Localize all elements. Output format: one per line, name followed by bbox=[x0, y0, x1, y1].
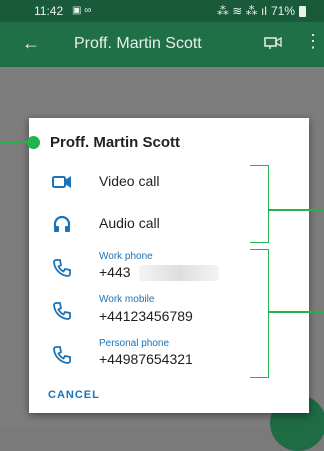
videocam-icon bbox=[52, 176, 71, 188]
annotation-bracket-calls bbox=[250, 165, 269, 243]
phone-option-mobile[interactable]: Work mobile +44123456789 bbox=[29, 292, 259, 328]
status-bar: 11:42 ▣ ∞ ⁂ ≋ ⁂ ıl 71% bbox=[0, 0, 324, 22]
audio-call-option[interactable]: Audio call bbox=[29, 209, 259, 239]
annotation-line-phones bbox=[269, 311, 324, 313]
redacted-number-blur bbox=[139, 265, 219, 281]
video-call-option[interactable]: Video call bbox=[29, 167, 259, 197]
status-time: 11:42 bbox=[34, 4, 64, 18]
phone-type-label: Work phone bbox=[99, 251, 153, 262]
annotation-dot bbox=[27, 136, 40, 149]
signal-icons: ⁂ ≋ ⁂ ıl bbox=[216, 4, 267, 18]
phone-type-label: Work mobile bbox=[99, 294, 155, 305]
video-call-label: Video call bbox=[99, 173, 160, 189]
app-bar: ← Proff. Martin Scott ⋮ bbox=[0, 22, 324, 67]
overflow-menu-icon[interactable]: ⋮ bbox=[304, 32, 322, 50]
annotation-bracket-phones bbox=[250, 249, 269, 378]
phone-icon bbox=[53, 302, 71, 320]
back-arrow-icon[interactable]: ← bbox=[22, 33, 40, 54]
phone-icon bbox=[53, 259, 71, 277]
phone-option-personal[interactable]: Personal phone +44987654321 bbox=[29, 336, 259, 372]
annotation-line-title bbox=[0, 141, 30, 143]
phone-type-label: Personal phone bbox=[99, 338, 170, 349]
phone-option-work[interactable]: Work phone +443 bbox=[29, 249, 259, 285]
audio-call-label: Audio call bbox=[99, 215, 160, 231]
battery-icon bbox=[299, 5, 306, 17]
notification-icons: ▣ ∞ bbox=[72, 5, 92, 16]
battery-level: 71% bbox=[270, 4, 295, 18]
video-call-icon[interactable] bbox=[264, 36, 282, 50]
phone-number: +44123456789 bbox=[99, 308, 193, 324]
cancel-button[interactable]: CANCEL bbox=[48, 389, 100, 401]
phone-icon bbox=[53, 346, 71, 364]
dialog-title: Proff. Martin Scott bbox=[50, 134, 180, 151]
annotation-line-calls bbox=[269, 209, 324, 211]
headphones-icon bbox=[53, 215, 71, 232]
phone-number: +44987654321 bbox=[99, 351, 193, 367]
app-bar-title: Proff. Martin Scott bbox=[74, 35, 202, 52]
phone-number: +443 bbox=[99, 264, 131, 280]
